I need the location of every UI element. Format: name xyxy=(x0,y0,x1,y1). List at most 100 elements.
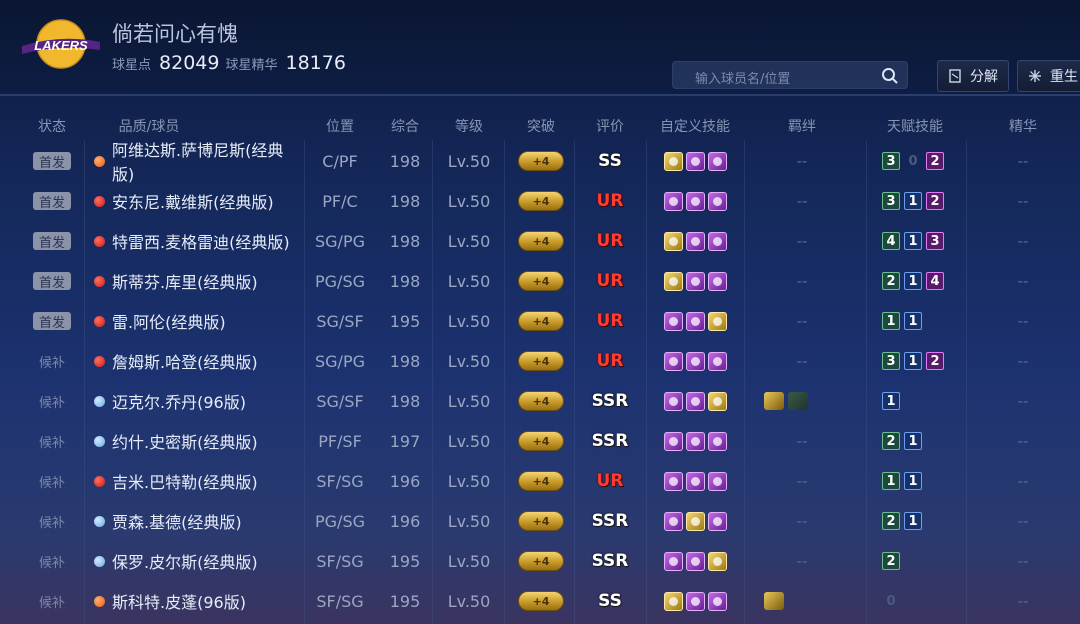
rebirth-button[interactable]: 重生 xyxy=(1017,60,1080,92)
overall-cell: 198 xyxy=(389,271,421,291)
skill-icon[interactable] xyxy=(685,191,705,211)
skill-glyph-icon xyxy=(668,196,678,206)
table-row[interactable]: 首发 安东尼.戴维斯(经典版) PF/C 198 Lv.50 +4 UR -- 3 1 2 -- xyxy=(0,181,1080,221)
player-cell[interactable]: 安东尼.戴维斯(经典版) xyxy=(94,181,304,221)
player-cell[interactable]: 迈克尔.乔丹(96版) xyxy=(94,381,304,421)
essence-value: -- xyxy=(1017,152,1029,170)
skill-icon[interactable] xyxy=(707,551,727,571)
skill-icon[interactable] xyxy=(685,151,705,171)
skill-icon[interactable] xyxy=(663,511,683,531)
skill-icon[interactable] xyxy=(685,431,705,451)
skill-icon[interactable] xyxy=(663,471,683,491)
player-cell[interactable]: 斯科特.皮蓬(96版) xyxy=(94,581,304,621)
table-row[interactable]: 候补 斯科特.皮蓬(96版) SF/SG 195 Lv.50 +4 SS 0 -- xyxy=(0,581,1080,621)
player-cell[interactable]: 约什.史密斯(经典版) xyxy=(94,421,304,461)
skill-icon[interactable] xyxy=(663,151,683,171)
skill-icon[interactable] xyxy=(663,231,683,251)
status-badge: 候补 xyxy=(38,355,65,371)
table-row[interactable]: 候补 迈克尔.乔丹(96版) SG/SF 198 Lv.50 +4 SSR 1 -- xyxy=(0,381,1080,421)
skill-icon[interactable] xyxy=(685,471,705,491)
custom-skills-cell[interactable] xyxy=(650,261,740,301)
custom-skills-cell[interactable] xyxy=(650,421,740,461)
custom-skills-cell[interactable] xyxy=(650,541,740,581)
custom-skills-cell[interactable] xyxy=(650,581,740,621)
column-header-talent-skills: 天赋技能 xyxy=(887,119,943,135)
skill-icon[interactable] xyxy=(663,271,683,291)
skill-icon[interactable] xyxy=(685,351,705,371)
skill-glyph-icon xyxy=(712,156,722,166)
talent-level-badge: 2 xyxy=(926,352,944,370)
table-row[interactable]: 候补 吉米.巴特勒(经典版) SF/SG 196 Lv.50 +4 UR -- 1 1 -- xyxy=(0,461,1080,501)
search-input[interactable]: 输入球员名/位置 xyxy=(672,61,908,89)
skill-icon[interactable] xyxy=(685,311,705,331)
level-cell: Lv.50 xyxy=(447,551,491,571)
table-row[interactable]: 首发 斯蒂芬.库里(经典版) PG/SG 198 Lv.50 +4 UR -- 2 1 4 -- xyxy=(0,261,1080,301)
level-cell: Lv.50 xyxy=(447,151,491,171)
skill-icon[interactable] xyxy=(707,471,727,491)
talent-level-badge: 0 xyxy=(908,153,918,169)
skill-icon[interactable] xyxy=(685,551,705,571)
skill-icon[interactable] xyxy=(663,311,683,331)
bonds-empty: -- xyxy=(796,432,808,450)
custom-skills-cell[interactable] xyxy=(650,301,740,341)
skill-icon[interactable] xyxy=(685,271,705,291)
table-row[interactable]: 候补 保罗.皮尔斯(经典版) SF/SG 195 Lv.50 +4 SSR -- 2 -- xyxy=(0,541,1080,581)
column-header-position: 位置 xyxy=(326,119,354,135)
bond-icon[interactable] xyxy=(764,592,784,610)
bond-icon[interactable] xyxy=(764,392,784,410)
skill-icon[interactable] xyxy=(707,231,727,251)
table-row[interactable]: 候补 詹姆斯.哈登(经典版) SG/PG 198 Lv.50 +4 UR -- 3 1 2 -- xyxy=(0,341,1080,381)
custom-skills-cell[interactable] xyxy=(650,501,740,541)
status-cell: 候补 xyxy=(25,341,79,381)
player-cell[interactable]: 阿维达斯.萨博尼斯(经典版) xyxy=(94,141,304,184)
player-cell[interactable]: 雷.阿伦(经典版) xyxy=(94,301,304,341)
table-row[interactable]: 首发 阿维达斯.萨博尼斯(经典版) C/PF 198 Lv.50 +4 SS -- 3 0 2 -- xyxy=(0,141,1080,184)
decompose-button[interactable]: 分解 xyxy=(937,60,1009,92)
skill-icon[interactable] xyxy=(707,591,727,611)
custom-skills-cell[interactable] xyxy=(650,181,740,221)
search-icon[interactable] xyxy=(881,67,899,85)
skill-icon[interactable] xyxy=(707,191,727,211)
skill-icon[interactable] xyxy=(685,231,705,251)
position-cell: SG/SF xyxy=(316,311,364,331)
table-row[interactable]: 候补 约什.史密斯(经典版) PF/SF 197 Lv.50 +4 SSR -- 2 1 -- xyxy=(0,421,1080,461)
skill-icon[interactable] xyxy=(663,431,683,451)
skill-icon[interactable] xyxy=(707,351,727,371)
player-cell[interactable]: 特雷西.麦格雷迪(经典版) xyxy=(94,221,304,261)
skill-icon[interactable] xyxy=(663,551,683,571)
skill-icon[interactable] xyxy=(663,591,683,611)
player-name: 斯科特.皮蓬(96版) xyxy=(112,593,246,612)
skill-icon[interactable] xyxy=(663,351,683,371)
skill-icon[interactable] xyxy=(707,271,727,291)
custom-skills-cell[interactable] xyxy=(650,381,740,421)
table-row[interactable]: 首发 雷.阿伦(经典版) SG/SF 195 Lv.50 +4 UR -- 1 1 -- xyxy=(0,301,1080,341)
custom-skills-cell[interactable] xyxy=(650,141,740,181)
skill-icon[interactable] xyxy=(707,391,727,411)
skill-icon[interactable] xyxy=(707,431,727,451)
skill-icon[interactable] xyxy=(685,511,705,531)
player-cell[interactable]: 詹姆斯.哈登(经典版) xyxy=(94,341,304,381)
skill-glyph-icon xyxy=(712,556,722,566)
player-cell[interactable]: 保罗.皮尔斯(经典版) xyxy=(94,541,304,581)
skill-icon[interactable] xyxy=(685,391,705,411)
skill-icon[interactable] xyxy=(685,591,705,611)
bonds-empty: -- xyxy=(796,192,808,210)
custom-skills-cell[interactable] xyxy=(650,461,740,501)
rebirth-label: 重生 xyxy=(1050,69,1078,85)
level-cell: Lv.50 xyxy=(447,311,491,331)
bond-icon[interactable] xyxy=(788,392,808,410)
skill-icon[interactable] xyxy=(707,311,727,331)
player-cell[interactable]: 贾森.基德(经典版) xyxy=(94,501,304,541)
custom-skills-cell[interactable] xyxy=(650,221,740,261)
custom-skills-cell[interactable] xyxy=(650,341,740,381)
player-cell[interactable]: 斯蒂芬.库里(经典版) xyxy=(94,261,304,301)
skill-icon[interactable] xyxy=(707,151,727,171)
rating-badge: SS xyxy=(598,591,622,611)
table-row[interactable]: 候补 贾森.基德(经典版) PG/SG 196 Lv.50 +4 SSR -- 2 1 -- xyxy=(0,501,1080,541)
skill-icon[interactable] xyxy=(663,191,683,211)
skill-icon[interactable] xyxy=(663,391,683,411)
table-row[interactable]: 首发 特雷西.麦格雷迪(经典版) SG/PG 198 Lv.50 +4 UR -- 4 1 3 -- xyxy=(0,221,1080,261)
player-cell[interactable]: 吉米.巴特勒(经典版) xyxy=(94,461,304,501)
skill-icon[interactable] xyxy=(707,511,727,531)
essence-cell: -- xyxy=(990,341,1056,381)
